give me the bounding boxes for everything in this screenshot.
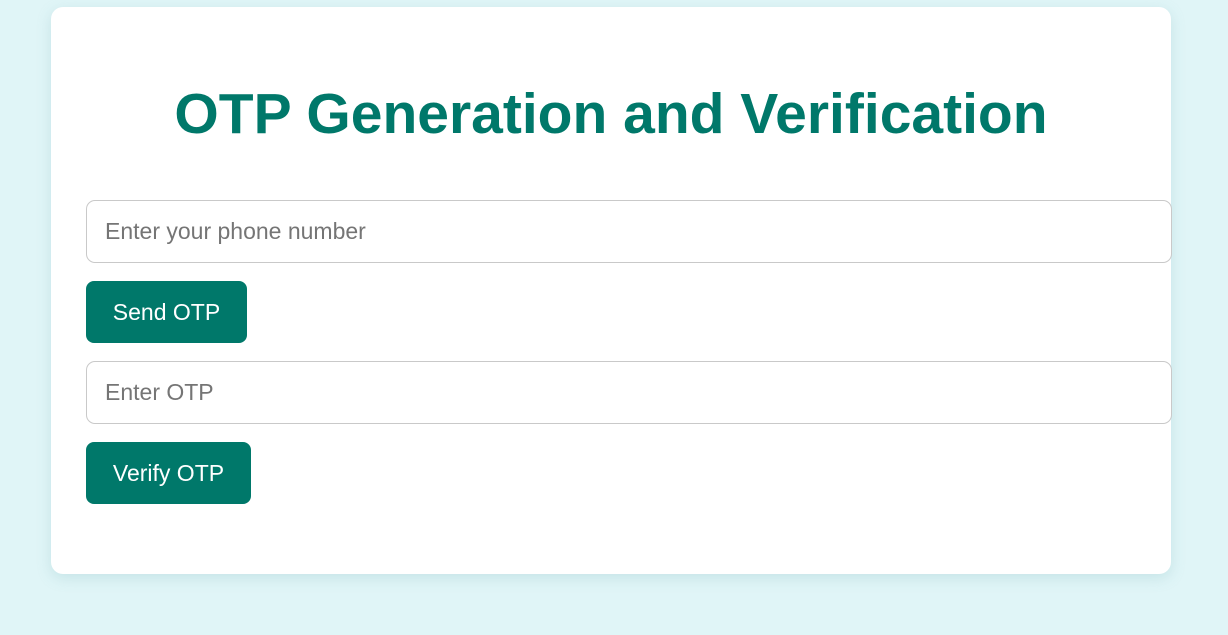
verify-otp-button[interactable]: Verify OTP — [86, 442, 251, 504]
otp-input[interactable] — [86, 361, 1172, 424]
send-otp-button[interactable]: Send OTP — [86, 281, 247, 343]
phone-number-input[interactable] — [86, 200, 1172, 263]
page-title: OTP Generation and Verification — [174, 82, 1048, 146]
otp-card: OTP Generation and Verification Send OTP… — [51, 7, 1172, 574]
